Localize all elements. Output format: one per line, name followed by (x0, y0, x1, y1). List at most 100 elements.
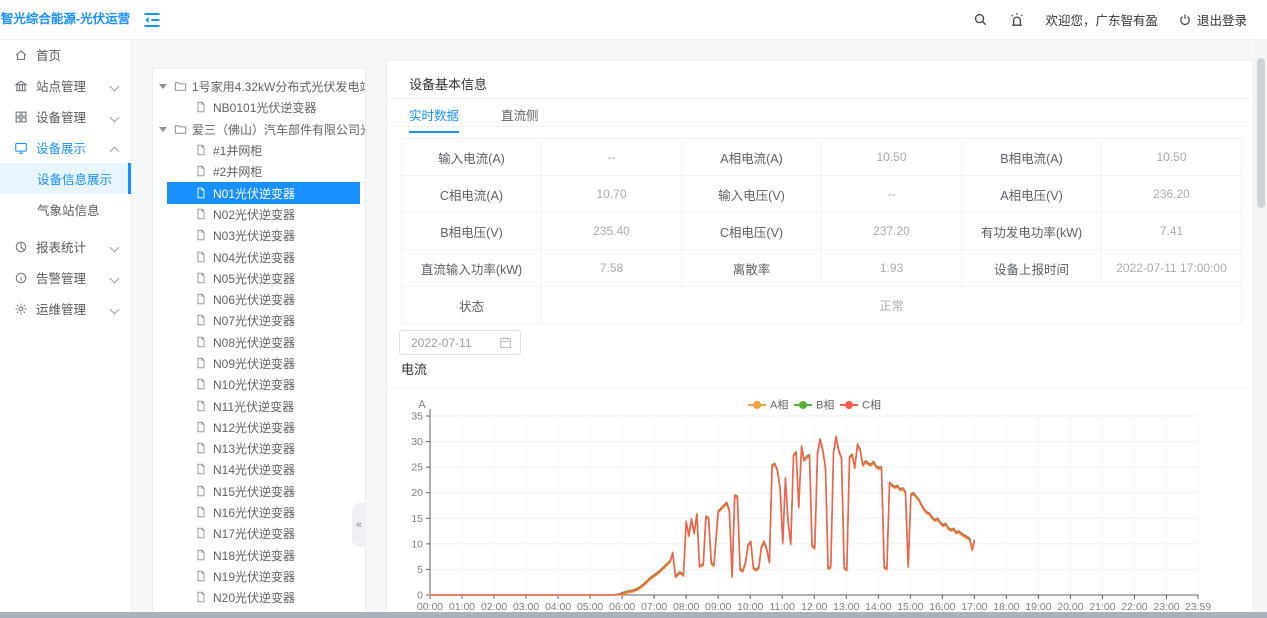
bottom-bar (0, 612, 1267, 618)
app-logo: 智光综合能源-光伏运营 (0, 0, 131, 39)
vertical-scrollbar-thumb[interactable] (1257, 58, 1265, 208)
file-icon (195, 101, 208, 114)
tree-node-device[interactable]: N16光伏逆变器 (167, 502, 360, 523)
tree-collapse-handle[interactable]: « (352, 503, 366, 547)
app-window: 智光综合能源-光伏运营 欢迎您，广东智有盈 (0, 0, 1267, 618)
device-info-table: 输入电流(A)--A相电流(A)10.50B相电流(A)10.50C相电流(A)… (401, 138, 1242, 324)
sidebar-item-site-management[interactable]: 站点管理 (0, 70, 131, 101)
tree-node-device[interactable]: N18光伏逆变器 (167, 545, 360, 566)
report-icon (14, 240, 28, 254)
tree-node-label: N12光伏逆变器 (213, 419, 295, 436)
search-icon[interactable] (973, 12, 989, 28)
tree-node-label: N08光伏逆变器 (213, 334, 295, 351)
divider (387, 126, 1253, 127)
tree-node-device[interactable]: N10光伏逆变器 (167, 374, 360, 395)
sidebar-item-report-statistics[interactable]: 报表统计 (0, 231, 131, 262)
divider (387, 98, 1253, 99)
tree-node-device[interactable]: N15光伏逆变器 (167, 481, 360, 502)
file-icon (195, 229, 208, 242)
divider (387, 388, 1253, 389)
chevron-down-icon (110, 243, 120, 253)
info-value: 2022-07-11 17:00:00 (1102, 250, 1242, 287)
tree-node-device[interactable]: #1并网柜 (167, 140, 360, 161)
tree-node-label: N15光伏逆变器 (213, 483, 295, 500)
device-icon (14, 110, 28, 124)
tab-bar: 实时数据 直流侧 (409, 105, 539, 133)
tab-realtime-data[interactable]: 实时数据 (409, 105, 459, 133)
sidebar-item-weather-station-info[interactable]: 气象站信息 (0, 194, 131, 225)
sidebar-item-home[interactable]: 首页 (0, 39, 131, 70)
logout-button[interactable]: 退出登录 (1178, 10, 1247, 29)
file-icon (195, 293, 208, 306)
tree-node-device[interactable]: N05光伏逆变器 (167, 268, 360, 289)
tree-node-device[interactable]: NB0101光伏逆变器 (167, 97, 360, 118)
legend-label-B相[interactable]: B相 (816, 399, 834, 412)
tree-node-device[interactable]: N13光伏逆变器 (167, 438, 360, 459)
tree-node-device[interactable]: N02光伏逆变器 (167, 204, 360, 225)
device-info-panel: 设备基本信息 实时数据直流侧 输入电流(A)--A相电流(A)10.50B相电流… (386, 60, 1254, 618)
chevron-down-icon (110, 113, 120, 123)
tree-node-device[interactable]: #2并网柜 (167, 161, 360, 182)
file-icon (195, 187, 208, 200)
tree-node-station[interactable]: 1号家用4.32kW分布式光伏发电站 (153, 76, 365, 97)
display-icon (14, 141, 28, 155)
tree-node-device[interactable]: N04光伏逆变器 (167, 246, 360, 267)
series-line-C相 (430, 437, 974, 595)
tree-node-label: N09光伏逆变器 (213, 355, 295, 372)
sidebar-item-device-display[interactable]: 设备展示 (0, 132, 131, 163)
file-icon (195, 506, 208, 519)
menu-fold-icon[interactable] (142, 10, 162, 30)
tab-dc-side[interactable]: 直流侧 (501, 105, 539, 133)
legend-marker-B相[interactable] (799, 401, 807, 409)
date-picker-input[interactable]: 2022-07-11 (399, 330, 521, 355)
y-tick-label: 35 (411, 411, 423, 423)
tree-node-label: N10光伏逆变器 (213, 376, 295, 393)
tree-node-label: NB0101光伏逆变器 (213, 99, 316, 116)
header-actions: 欢迎您，广东智有盈 退出登录 (973, 0, 1247, 39)
legend-label-A相[interactable]: A相 (770, 399, 788, 412)
tree-node-device[interactable]: N19光伏逆变器 (167, 566, 360, 587)
device-tree-panel: 1号家用4.32kW分布式光伏发电站 NB0101光伏逆变器爱三（佛山）汽车部件有… (152, 68, 366, 618)
caret-down-icon (159, 84, 167, 89)
tree-node-device[interactable]: N17光伏逆变器 (167, 523, 360, 544)
sidebar-item-device-info-display[interactable]: 设备信息展示 (0, 163, 131, 194)
tree-node-label: N06光伏逆变器 (213, 291, 295, 308)
tree-node-device[interactable]: N12光伏逆变器 (167, 417, 360, 438)
tree-node-device[interactable]: N03光伏逆变器 (167, 225, 360, 246)
legend-label-C相[interactable]: C相 (862, 399, 881, 412)
alarm-bell-icon[interactable] (1009, 12, 1025, 28)
legend-marker-A相[interactable] (753, 401, 761, 409)
sidebar-item-device-management[interactable]: 设备管理 (0, 101, 131, 132)
tree-node-device[interactable]: N09光伏逆变器 (167, 353, 360, 374)
chevron-down-icon (110, 305, 120, 315)
sidebar-item-label: 设备管理 (36, 107, 86, 126)
sidebar-item-alarm-management[interactable]: 告警管理 (0, 262, 131, 293)
tree-node-label: N04光伏逆变器 (213, 249, 295, 266)
tree-node-device[interactable]: N06光伏逆变器 (167, 289, 360, 310)
chevron-down-icon (110, 82, 120, 92)
tree-node-device[interactable]: N20光伏逆变器 (167, 587, 360, 608)
info-value: 1.93 (822, 250, 962, 287)
alert-icon (14, 271, 28, 285)
date-value: 2022-07-11 (411, 336, 499, 350)
info-value: -- (542, 139, 682, 176)
tree-node-label: N17光伏逆变器 (213, 525, 295, 542)
tree-node-device[interactable]: N14光伏逆变器 (167, 459, 360, 480)
tree-node-device[interactable]: N11光伏逆变器 (167, 395, 360, 416)
file-icon (195, 272, 208, 285)
legend-marker-C相[interactable] (845, 401, 853, 409)
sidebar-item-operation-management[interactable]: 运维管理 (0, 293, 131, 324)
current-line-chart: 0510152025303500:0001:0002:0003:0004:000… (387, 391, 1255, 618)
file-icon (195, 400, 208, 413)
tree-node-device[interactable]: N07光伏逆变器 (167, 310, 360, 331)
tree-node-station[interactable]: 爱三（佛山）汽车部件有限公司光伏发 (153, 119, 365, 140)
tree-node-label: N11光伏逆变器 (213, 398, 294, 415)
tree-node-device[interactable]: N08光伏逆变器 (167, 332, 360, 353)
file-icon (195, 208, 208, 221)
tree-node-label: 1号家用4.32kW分布式光伏发电站 (192, 78, 365, 95)
info-label: 离散率 (682, 250, 822, 287)
logout-label: 退出登录 (1197, 10, 1247, 29)
status-label: 状态 (402, 287, 542, 324)
y-tick-label: 5 (417, 564, 423, 576)
tree-node-device[interactable]: N01光伏逆变器 (167, 182, 360, 203)
